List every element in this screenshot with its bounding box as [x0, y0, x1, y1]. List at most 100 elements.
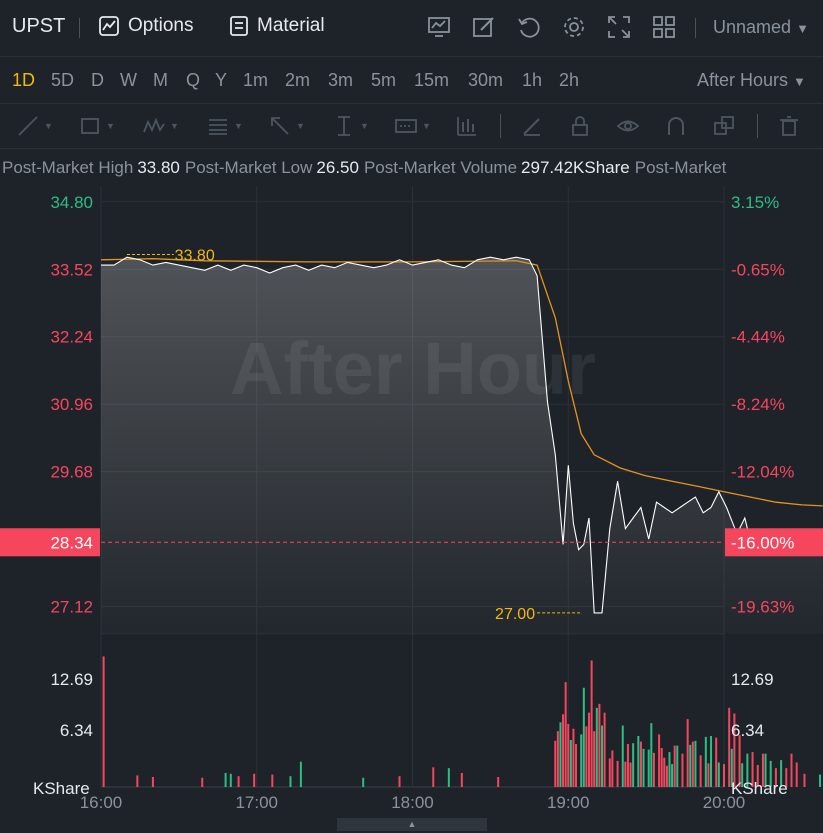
refresh-icon[interactable]	[516, 14, 542, 40]
price-chart[interactable]: After Hour33.8027.0034.8033.5232.2430.96…	[0, 186, 823, 818]
interval-5d[interactable]: 5D	[51, 70, 74, 91]
chevron-up-icon: ▲	[407, 819, 417, 829]
volume-bar	[460, 772, 463, 787]
brush-tool[interactable]	[520, 114, 544, 138]
x-tick-label: 20:00	[703, 793, 746, 812]
volume-bar	[556, 731, 559, 787]
volume-bar	[686, 719, 689, 787]
interval-year[interactable]: Y	[215, 70, 227, 91]
divider	[79, 18, 80, 38]
volume-bar	[564, 682, 567, 787]
volume-bar	[582, 687, 585, 787]
interval-1h[interactable]: 1h	[522, 70, 542, 91]
high-marker-label: 33.80	[175, 248, 215, 265]
interval-month[interactable]: M	[153, 70, 168, 91]
caret-down-icon: ▼	[106, 121, 115, 131]
gear-icon[interactable]	[561, 14, 587, 40]
eye-icon	[616, 120, 640, 132]
fullscreen-icon[interactable]	[606, 14, 632, 40]
fibonacci-tool[interactable]: ▼	[206, 114, 243, 138]
text-tool[interactable]: ▼	[394, 114, 431, 138]
percent-tick-label: -4.44%	[731, 328, 785, 347]
indicator-icon[interactable]	[426, 14, 452, 40]
lock-tool[interactable]	[568, 114, 592, 138]
indicator-tool[interactable]	[455, 114, 479, 138]
volume-bar	[237, 776, 240, 787]
chart-canvas[interactable]: After Hour33.8027.0034.8033.5232.2430.96…	[0, 186, 823, 818]
volume-bar	[572, 728, 575, 787]
volume-bar	[790, 753, 793, 787]
grid-layout-icon[interactable]	[651, 14, 677, 40]
volume-bar	[689, 744, 692, 787]
symbol-label[interactable]: UPST	[12, 15, 65, 38]
volume-bar	[569, 740, 572, 787]
rectangle-icon	[81, 118, 99, 134]
interval-quarter[interactable]: Q	[186, 70, 200, 91]
volume-bar	[723, 764, 725, 787]
volume-bar	[707, 763, 710, 787]
volume-bar	[803, 773, 806, 787]
interval-1m[interactable]: 1m	[243, 70, 268, 91]
caret-down-icon: ▼	[44, 121, 53, 131]
interval-3m[interactable]: 3m	[328, 70, 353, 91]
measure-icon	[338, 116, 350, 136]
volume-bar	[819, 774, 822, 787]
volume-bar	[611, 750, 614, 787]
caret-down-icon: ▼	[796, 21, 809, 36]
percent-tick-label: -19.63%	[731, 598, 794, 617]
session-selector[interactable]: After Hours ▼	[697, 70, 806, 91]
volume-bar	[704, 736, 707, 787]
volume-tick-label: 6.34	[60, 721, 93, 740]
x-tick-label: 18:00	[391, 793, 434, 812]
volume-bar	[652, 752, 655, 787]
volume-bar	[624, 761, 627, 787]
x-tick-label: 17:00	[235, 793, 278, 812]
clone-tool[interactable]	[712, 114, 736, 138]
volume-bar	[632, 743, 635, 787]
pattern-tool[interactable]: ▼	[142, 114, 179, 138]
arrow-tool[interactable]: ▼	[268, 114, 305, 138]
delete-tool[interactable]	[777, 114, 801, 138]
volume-bar	[585, 726, 588, 787]
volume-bar	[629, 762, 632, 787]
interval-week[interactable]: W	[120, 70, 137, 91]
lock-icon	[572, 116, 588, 136]
volume-bar	[717, 762, 720, 787]
measure-tool[interactable]: ▼	[332, 114, 369, 138]
layout-selector[interactable]: Unnamed ▼	[713, 17, 809, 38]
volume-bar	[102, 656, 105, 787]
x-tick-label: 19:00	[547, 793, 590, 812]
x-tick-label: 16:00	[80, 793, 123, 812]
rectangle-tool[interactable]: ▼	[78, 114, 115, 138]
magnet-tool[interactable]	[664, 114, 688, 138]
interval-day[interactable]: D	[91, 70, 104, 91]
volume-bar	[642, 748, 645, 787]
interval-15m[interactable]: 15m	[414, 70, 449, 91]
interval-2m[interactable]: 2m	[285, 70, 310, 91]
material-button[interactable]: Material	[229, 15, 325, 37]
edit-icon[interactable]	[471, 14, 497, 40]
price-tick-label: 27.12	[50, 598, 93, 617]
price-tick-label: 30.96	[50, 395, 93, 414]
volume-bar	[715, 737, 718, 787]
interval-1d[interactable]: 1D	[12, 70, 35, 91]
interval-2h[interactable]: 2h	[559, 70, 579, 91]
volume-bar	[598, 703, 601, 787]
interval-30m[interactable]: 30m	[468, 70, 503, 91]
interval-5m[interactable]: 5m	[371, 70, 396, 91]
divider	[757, 114, 758, 138]
volume-bar	[447, 768, 450, 787]
trend-line-tool[interactable]: ▼	[16, 114, 53, 138]
volume-bar	[580, 734, 583, 787]
visibility-tool[interactable]	[616, 114, 640, 138]
volume-bar	[497, 776, 500, 787]
volume-tick-label: 12.69	[731, 670, 774, 689]
volume-bar	[626, 744, 629, 787]
price-area	[101, 257, 823, 634]
layout-name-label: Unnamed	[713, 17, 792, 37]
volume-bar	[271, 774, 274, 787]
volume-bar	[362, 777, 365, 787]
scroll-handle[interactable]: ▲	[337, 818, 487, 831]
volume-bar	[728, 707, 731, 787]
options-button[interactable]: Options	[98, 15, 193, 37]
